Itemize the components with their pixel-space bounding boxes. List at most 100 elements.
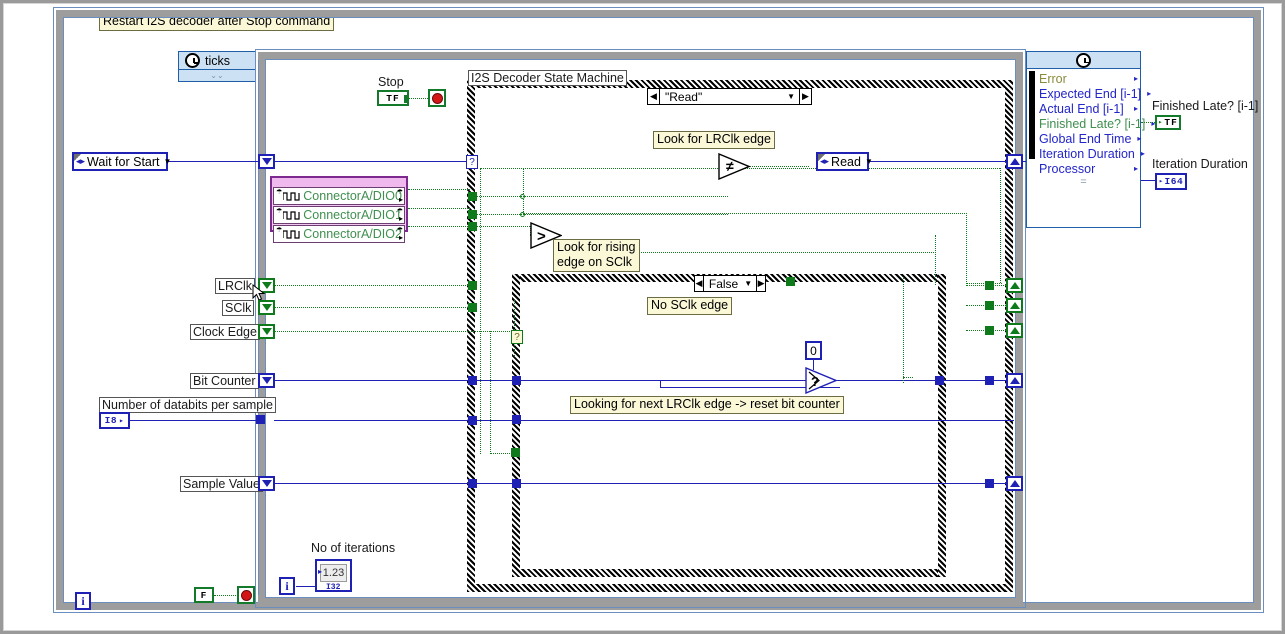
dio-node-row-0[interactable]: ☂ ConnectorA/DIO0 ☂ ▸: [273, 187, 405, 205]
terminal-stop-boolean[interactable]: TF: [377, 90, 409, 106]
loop-tunnel-out-sclk[interactable]: [1006, 298, 1023, 313]
wire-iteration-count: [296, 586, 316, 587]
case-structure-sclk-edge[interactable]: [512, 274, 946, 577]
timing-row-actual-end[interactable]: Actual End [i-1] ▸: [1027, 101, 1140, 116]
timing-row-iteration-duration-arrow-icon: ▸: [1141, 149, 1145, 158]
case-tunnel-dio0: [468, 192, 477, 201]
case-out-tunnel-clockedge: [985, 326, 994, 335]
case-out-tunnel-samplevalue: [985, 479, 994, 488]
indicator-no-of-iterations-value: 1.23: [320, 564, 347, 582]
terminal-false-constant[interactable]: F: [194, 587, 214, 603]
terminal-false-value: F: [201, 590, 208, 601]
timing-row-finished-late[interactable]: Finished Late? [i-1] ▸: [1027, 116, 1140, 131]
timed-loop-input-node[interactable]: ticks ⌄⌄: [178, 51, 256, 82]
case-selector-next-icon[interactable]: ▶: [799, 89, 811, 104]
inner-case-selector[interactable]: ◀ False ▼ ▶: [694, 275, 766, 292]
label-number-of-databits: Number of databits per sample: [99, 397, 276, 413]
terminal-number-of-databits[interactable]: I8 ▸: [99, 412, 130, 429]
loop-tunnel-out-samplevalue[interactable]: [1006, 476, 1023, 491]
dwire-tunnel-to-j1: [474, 196, 524, 197]
loop-tunnel-out-bitcounter[interactable]: [1006, 373, 1023, 388]
timing-row-iteration-duration-label: Iteration Duration: [1039, 147, 1135, 161]
dio-page-icon-2: ☂: [274, 226, 283, 234]
inner-case-selector-prev-icon[interactable]: ◀: [695, 276, 704, 291]
timed-loop-ticks-row: ticks: [179, 52, 255, 70]
case-selector-prev-icon[interactable]: ◀: [648, 89, 660, 104]
loop-tunnel-out-state[interactable]: [1006, 154, 1023, 169]
inner-case-tunnel-databits: [512, 415, 521, 424]
comment-look-for-lrclk-edge: Look for LRClk edge: [653, 131, 775, 149]
terminal-databits-rep: I8: [105, 415, 117, 426]
node-not-equal-lrclk[interactable]: ≠: [718, 153, 750, 180]
dio-channel-label-2: ConnectorA/DIO2: [303, 227, 402, 241]
indicator-iteration-duration[interactable]: ▸ I64: [1155, 173, 1187, 190]
constant-zero[interactable]: 0: [805, 341, 822, 360]
timed-loop-stop-condition[interactable]: [237, 586, 255, 604]
inner-chevron-down-icon[interactable]: ▼: [744, 279, 752, 288]
dwire-dio0: [408, 189, 470, 190]
terminal-read-state[interactable]: ◂▸ Read ▼: [816, 152, 869, 171]
timing-row-iteration-duration[interactable]: Iteration Duration ▸: [1027, 146, 1140, 161]
node-reset-bit-counter[interactable]: ?: [805, 367, 837, 394]
timing-row-error-label: Error: [1039, 72, 1067, 86]
triangle-up-icon-lrclk: [1010, 282, 1020, 289]
case-border-bottom: [467, 584, 1013, 592]
indicator-no-of-iterations-rep: I32: [326, 583, 340, 592]
while-loop-iteration-terminal: i: [279, 577, 295, 595]
loop-tunnel-out-clockedge[interactable]: [1006, 323, 1023, 338]
tunnel-sample-value-loop[interactable]: [258, 476, 275, 491]
terminal-wait-for-start[interactable]: ◂▸ Wait for Start ▼: [72, 152, 168, 171]
timing-row-actual-end-arrow-icon: ▸: [1134, 104, 1138, 113]
case-selector-state[interactable]: ◀ "Read" ▼ ▶: [647, 88, 812, 105]
inner-case-border-bottom: [512, 569, 946, 577]
timing-node-header: [1027, 52, 1140, 69]
timing-row-error[interactable]: Error ▸: [1027, 71, 1140, 86]
triangle-up-icon-samplevalue: [1010, 480, 1020, 487]
chevron-down-icon[interactable]: ▼: [787, 92, 795, 101]
dwire-case-rail-1: [480, 168, 481, 454]
timed-loop-output-node[interactable]: Error ▸ Expected End [i-1] ▸ Actual End …: [1026, 51, 1141, 228]
case-structure-label: I2S Decoder State Machine: [468, 70, 627, 86]
timing-node-footer[interactable]: =: [1027, 176, 1140, 187]
triangle-down-icon-samplevalue: [262, 480, 272, 487]
tunnel-bit-counter-loop[interactable]: [258, 373, 275, 388]
indicator-finished-late[interactable]: ▸ TF: [1155, 115, 1181, 130]
indicator-finished-late-arrow-icon: ▸: [1158, 118, 1163, 127]
dio-channel-label-0: ConnectorA/DIO0: [303, 189, 402, 203]
clock-icon: [185, 53, 200, 68]
dio-node-row-1[interactable]: ☂ ConnectorA/DIO1 ☂ ▸: [273, 206, 405, 224]
timing-row-global-end-time[interactable]: Global End Time ▸: [1027, 131, 1140, 146]
timing-row-expected-end[interactable]: Expected End [i-1] ▸: [1027, 86, 1140, 101]
timing-row-processor[interactable]: Processor ▸: [1027, 161, 1140, 176]
enum-corner-decoration: [74, 154, 81, 161]
comment-looking-for-next-lrclk: Looking for next LRClk edge -> reset bit…: [570, 396, 844, 414]
tunnel-sclk-loop[interactable]: [258, 300, 275, 315]
dio-out-arrow-2: ▸: [399, 233, 403, 242]
tunnel-databits-loop[interactable]: [256, 415, 265, 424]
tunnel-clock-edge-loop[interactable]: [258, 324, 275, 339]
wire-iteration-duration: [1140, 180, 1156, 181]
dwire-cmp2-route-v: [935, 235, 936, 285]
read-chevron-down-icon[interactable]: ▼: [865, 157, 877, 166]
dwire-tunnel-to-cmp2: [474, 226, 530, 227]
stop-led-icon: [432, 93, 443, 104]
dwire-zero-rail: [903, 277, 904, 383]
dwire-stop: [408, 98, 430, 99]
dwire-zero-in: [903, 377, 913, 378]
dwire-inner-clockedge-v: [490, 331, 491, 454]
while-loop-stop-condition[interactable]: [428, 89, 446, 107]
tunnel-wait-for-start-loop[interactable]: [258, 154, 275, 169]
triangle-down-icon: [262, 158, 272, 165]
terminal-wait-for-start-label: Wait for Start: [87, 155, 163, 169]
inner-case-selector-next-icon[interactable]: ▶: [756, 276, 765, 291]
chevron-down-icon-enum[interactable]: ▼: [164, 157, 176, 166]
indicator-no-of-iterations[interactable]: 1.23 ▸ I32: [315, 559, 352, 592]
triangle-down-icon-clockedge: [262, 328, 272, 335]
timed-loop-expand-chevron[interactable]: ⌄⌄: [179, 70, 255, 81]
dio-node-row-2[interactable]: ☂ ConnectorA/DIO2 ☂ ▸: [273, 225, 405, 243]
loop-tunnel-out-lrclk[interactable]: [1006, 278, 1023, 293]
dwire-to-cmp1-a: [523, 196, 728, 197]
dio-express-node[interactable]: ☂ ConnectorA/DIO0 ☂ ▸ ☂ ConnectorA/DIO1 …: [270, 176, 408, 232]
case-tunnel-lrclk: [468, 281, 477, 290]
timed-loop-iteration-label: i: [81, 594, 84, 609]
